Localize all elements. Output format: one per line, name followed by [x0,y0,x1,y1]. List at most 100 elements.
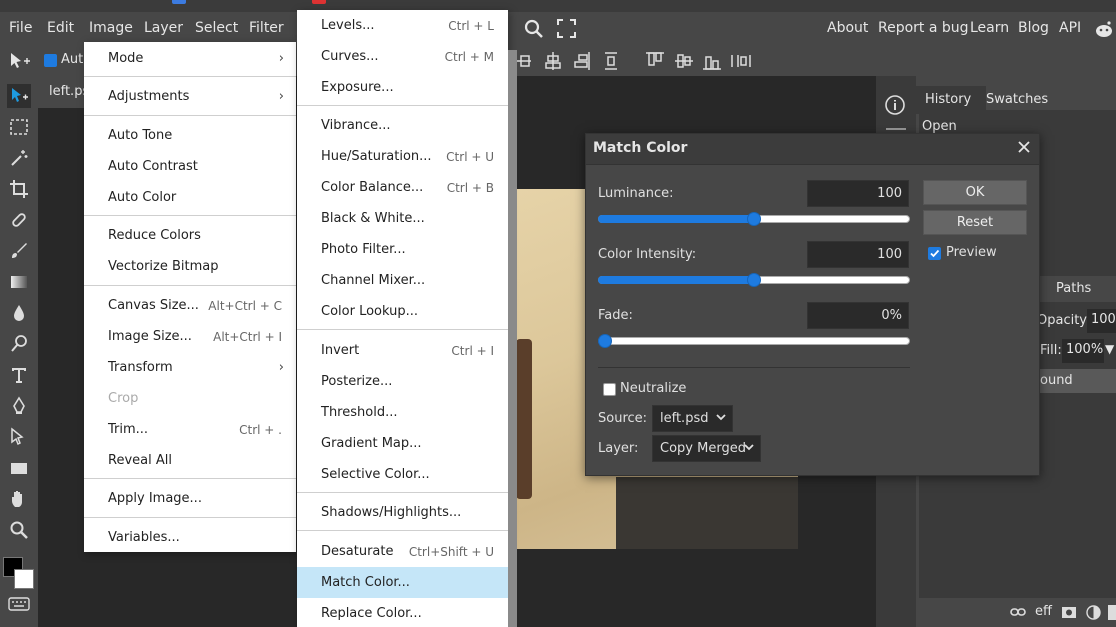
fade-input[interactable]: 0% [807,302,909,329]
adjustment-layer-icon[interactable] [1086,605,1101,624]
menu-blog[interactable]: Blog [1018,20,1049,36]
adj-selective-color[interactable]: Selective Color... [297,459,508,490]
healing-brush-tool-icon[interactable] [7,208,31,232]
adj-threshold[interactable]: Threshold... [297,397,508,428]
adj-desaturate[interactable]: Desaturate Ctrl+Shift + U [297,536,508,567]
layer-select[interactable]: Copy Merged [652,435,761,462]
adj-posterize[interactable]: Posterize... [297,366,508,397]
image-menu-mode[interactable]: Mode › [84,43,296,74]
preview-checkbox[interactable] [928,247,941,260]
slider-handle[interactable] [747,212,761,226]
marquee-tool-icon[interactable] [7,115,31,139]
menu-api[interactable]: API [1059,20,1081,36]
image-menu-auto-color[interactable]: Auto Color [84,182,296,213]
menu-select[interactable]: Select [195,20,238,36]
image-menu-variables[interactable]: Variables... [84,522,296,553]
ok-button[interactable]: OK [923,180,1027,205]
auto-select-checkbox[interactable] [44,54,57,67]
adj-vibrance[interactable]: Vibrance... [297,110,508,141]
tab-history[interactable]: History [925,92,971,107]
neutralize-checkbox[interactable] [603,383,616,396]
link-icon[interactable] [1010,606,1026,622]
brush-tool-icon[interactable] [7,239,31,263]
adjustments-menu-scrollbar[interactable] [508,50,517,627]
fill-input[interactable]: 100% [1062,339,1104,363]
adj-match-color[interactable]: Match Color... [297,567,508,598]
rectangle-tool-icon[interactable] [7,456,31,480]
keyboard-icon[interactable] [8,597,30,615]
magic-wand-tool-icon[interactable] [7,146,31,170]
tab-swatches[interactable]: Swatches [986,92,1048,107]
close-icon[interactable] [1017,140,1031,158]
path-select-tool-icon[interactable] [7,425,31,449]
tab-paths[interactable]: Paths [1056,281,1091,296]
menu-about[interactable]: About [827,20,868,36]
slider-handle[interactable] [598,334,612,348]
align-left-icon[interactable] [517,52,531,74]
image-menu-adjustments[interactable]: Adjustments › [84,81,296,112]
align-middle-icon[interactable] [675,52,693,74]
align-right-icon[interactable] [574,52,590,74]
luminance-slider[interactable] [598,212,910,226]
adj-levels[interactable]: Levels... Ctrl + L [297,10,508,41]
adj-replace-color[interactable]: Replace Color... [297,598,508,627]
fade-slider[interactable] [598,334,910,348]
opacity-input[interactable]: 100% [1087,309,1116,333]
image-menu-canvas-size[interactable]: Canvas Size... Alt+Ctrl + C [84,290,296,321]
mask-icon[interactable] [1061,606,1077,623]
image-menu-vectorize-bitmap[interactable]: Vectorize Bitmap [84,251,296,282]
crop-tool-icon[interactable] [7,177,31,201]
distribute-horizontal-icon[interactable] [731,52,751,74]
menu-learn[interactable]: Learn [970,20,1009,36]
reddit-icon[interactable] [1094,20,1114,42]
adj-color-lookup[interactable]: Color Lookup... [297,296,508,327]
image-menu-image-size[interactable]: Image Size... Alt+Ctrl + I [84,321,296,352]
image-menu-auto-tone[interactable]: Auto Tone [84,120,296,151]
image-menu-reduce-colors[interactable]: Reduce Colors [84,220,296,251]
fullscreen-icon[interactable] [557,19,576,42]
image-menu-trim[interactable]: Trim... Ctrl + . [84,414,296,445]
image-menu-apply-image[interactable]: Apply Image... [84,483,296,514]
search-icon[interactable] [524,19,544,43]
adj-black-white[interactable]: Black & White... [297,203,508,234]
reset-button[interactable]: Reset [923,210,1027,235]
color-intensity-slider[interactable] [598,273,910,287]
menu-layer[interactable]: Layer [144,20,183,36]
dodge-tool-icon[interactable] [7,332,31,356]
move-tool-icon[interactable] [7,84,31,108]
adj-curves[interactable]: Curves... Ctrl + M [297,41,508,72]
align-center-icon[interactable] [545,52,561,74]
menu-edit[interactable]: Edit [47,20,74,36]
adj-exposure[interactable]: Exposure... [297,72,508,103]
blur-tool-icon[interactable] [7,301,31,325]
adj-hue-saturation[interactable]: Hue/Saturation... Ctrl + U [297,141,508,172]
menu-file[interactable]: File [9,20,32,36]
image-menu-reveal-all[interactable]: Reveal All [84,445,296,476]
slider-handle[interactable] [747,273,761,287]
fill-dropdown-icon[interactable]: ▼ [1105,342,1114,356]
image-menu-auto-contrast[interactable]: Auto Contrast [84,151,296,182]
new-layer-icon[interactable] [1108,605,1116,620]
zoom-tool-icon[interactable] [7,518,31,542]
adj-color-balance[interactable]: Color Balance... Ctrl + B [297,172,508,203]
effects-label[interactable]: eff [1035,604,1052,619]
adj-gradient-map[interactable]: Gradient Map... [297,428,508,459]
dialog-titlebar[interactable]: Match Color [586,134,1039,165]
menu-report-bug[interactable]: Report a bug [878,20,969,36]
adj-photo-filter[interactable]: Photo Filter... [297,234,508,265]
image-menu-transform[interactable]: Transform › [84,352,296,383]
menu-image[interactable]: Image [89,20,133,36]
menu-filter[interactable]: Filter [249,20,284,36]
align-top-icon[interactable] [646,52,664,74]
gradient-tool-icon[interactable] [7,270,31,294]
text-tool-icon[interactable] [7,363,31,387]
history-item-open[interactable]: Open [922,119,957,134]
adj-invert[interactable]: Invert Ctrl + I [297,335,508,366]
source-select[interactable]: left.psd [652,405,733,432]
color-intensity-input[interactable]: 100 [807,241,909,268]
adj-shadows-highlights[interactable]: Shadows/Highlights... [297,497,508,528]
luminance-input[interactable]: 100 [807,180,909,207]
info-icon[interactable] [884,94,906,120]
pen-tool-icon[interactable] [7,394,31,418]
hand-tool-icon[interactable] [7,487,31,511]
